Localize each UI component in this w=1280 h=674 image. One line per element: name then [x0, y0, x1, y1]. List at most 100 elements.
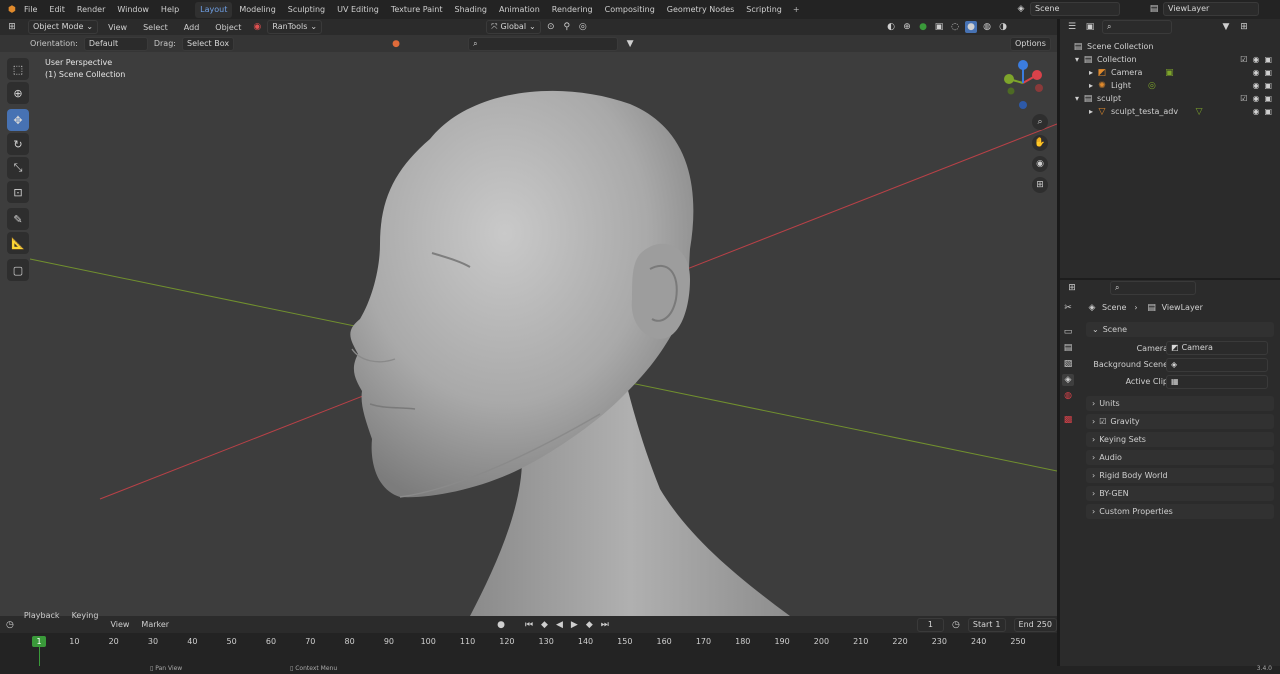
xray-icon[interactable]: ▣	[933, 21, 945, 33]
section-gravity[interactable]: › ☑ Gravity	[1086, 414, 1274, 429]
select-tool-icon[interactable]: ⬚	[7, 58, 29, 80]
scale-tool-icon[interactable]: ⤡	[7, 157, 29, 179]
background-scene-field[interactable]: ◈	[1166, 357, 1268, 372]
camera-toggle-icon[interactable]: ▣	[1264, 94, 1272, 103]
tab-sculpting[interactable]: Sculpting	[283, 2, 330, 18]
section-rigid-body-world[interactable]: › Rigid Body World	[1086, 468, 1274, 483]
tab-compositing[interactable]: Compositing	[600, 2, 660, 18]
editor-type-icon[interactable]: ⊞	[6, 21, 18, 33]
orientation-dropdown[interactable]: Default	[83, 36, 148, 51]
timeline-editor-icon[interactable]: ◷	[6, 619, 14, 631]
menu-help[interactable]: Help	[155, 0, 185, 19]
tool-tab-icon[interactable]: ✂	[1062, 302, 1074, 314]
active-clip-field[interactable]: ▦	[1166, 374, 1268, 389]
eye-icon[interactable]: ◉	[1252, 94, 1259, 103]
camera-toggle-icon[interactable]: ▣	[1264, 81, 1272, 90]
viewlayer-selector[interactable]: ▤ ViewLayer	[1148, 2, 1259, 16]
zoom-icon[interactable]: ⌕	[1032, 114, 1048, 130]
outliner-item-collection[interactable]: ▾ ▤ Collection ☑ ◉ ▣	[1060, 53, 1280, 66]
end-frame-field[interactable]: End 250	[1013, 617, 1057, 632]
section-by-gen[interactable]: › BY-GEN	[1086, 486, 1274, 501]
menu-window[interactable]: Window	[111, 0, 155, 19]
tab-layout[interactable]: Layout	[195, 1, 233, 18]
texture-tab-icon[interactable]: ▩	[1062, 414, 1074, 426]
scene-field[interactable]: Scene	[1030, 2, 1120, 16]
camera-toggle-icon[interactable]: ▣	[1264, 68, 1272, 77]
properties-type-icon[interactable]: ⊞	[1066, 282, 1078, 294]
add-workspace-icon[interactable]: +	[789, 5, 804, 14]
add-cube-tool-icon[interactable]: ▢	[7, 259, 29, 281]
prev-keyframe-icon[interactable]: ◆	[541, 619, 548, 631]
jump-start-icon[interactable]: ⏮	[525, 619, 533, 631]
rantools-dropdown[interactable]: RanTools ⌄	[267, 20, 323, 34]
addon-icon[interactable]: ◉	[251, 21, 263, 33]
camera-view-icon[interactable]: ◉	[1032, 156, 1048, 172]
tab-texture-paint[interactable]: Texture Paint	[386, 2, 448, 18]
menu-edit[interactable]: Edit	[43, 0, 71, 19]
tab-modeling[interactable]: Modeling	[234, 2, 280, 18]
display-mode-icon[interactable]: ▣	[1084, 21, 1096, 33]
next-keyframe-icon[interactable]: ◆	[586, 619, 593, 631]
viewport-search-input[interactable]: ⌕	[468, 36, 619, 51]
menu-render[interactable]: Render	[71, 0, 111, 19]
section-units[interactable]: › Units	[1086, 396, 1274, 411]
gizmo-z-icon[interactable]	[1018, 60, 1028, 70]
record-icon[interactable]: ●	[497, 619, 505, 631]
camera-toggle-icon[interactable]: ▣	[1264, 55, 1272, 64]
timeline-menu-marker[interactable]: Marker	[139, 615, 171, 634]
tab-geometry-nodes[interactable]: Geometry Nodes	[662, 2, 739, 18]
play-reverse-icon[interactable]: ◀	[556, 619, 563, 631]
vp-menu-add[interactable]: Add	[178, 19, 206, 37]
outliner-item-camera[interactable]: ▸ ◩ Camera ▣ ◉ ▣	[1060, 66, 1280, 79]
tab-rendering[interactable]: Rendering	[547, 2, 598, 18]
shading-material-icon[interactable]: ◍	[981, 21, 993, 33]
eye-icon[interactable]: ◉	[1252, 107, 1259, 116]
pivot-icon[interactable]: ⊙	[545, 21, 557, 33]
transform-tool-icon[interactable]: ⊡	[7, 181, 29, 203]
start-frame-field[interactable]: Start 1	[967, 617, 1006, 632]
timeline-ruler[interactable]: 1 11020304050607080901001101201301401501…	[0, 633, 1057, 666]
rotate-tool-icon[interactable]: ↻	[7, 133, 29, 155]
filter-icon[interactable]: ▼	[1220, 21, 1232, 33]
shading-solid-icon[interactable]: ●	[965, 21, 977, 33]
navigation-gizmo[interactable]	[997, 57, 1049, 113]
viewlayer-field[interactable]: ViewLayer	[1163, 2, 1259, 16]
view-layer-tab-icon[interactable]: ▧	[1062, 358, 1074, 370]
clock-icon[interactable]: ◷	[952, 619, 960, 631]
section-scene-header[interactable]: ⌄ Scene	[1086, 322, 1274, 337]
section-audio[interactable]: › Audio	[1086, 450, 1274, 465]
checkbox-icon[interactable]: ☑	[1240, 94, 1247, 103]
filter-icon[interactable]: ▼	[624, 38, 636, 50]
gravity-checkbox-icon[interactable]: ☑	[1099, 417, 1106, 426]
outliner-item-sculpt[interactable]: ▾ ▤ sculpt ☑ ◉ ▣	[1060, 92, 1280, 105]
section-custom-properties[interactable]: › Custom Properties	[1086, 504, 1274, 519]
annotate-tool-icon[interactable]: ✎	[7, 208, 29, 230]
cursor-tool-icon[interactable]: ⊕	[7, 82, 29, 104]
outliner-search-input[interactable]: ⌕	[1102, 20, 1172, 34]
outliner-item-light[interactable]: ▸ ✺ Light ◎ ◉ ▣	[1060, 79, 1280, 92]
gizmo-y-icon[interactable]	[1004, 74, 1014, 84]
render-tab-icon[interactable]: ▭	[1062, 326, 1074, 338]
mode-dropdown[interactable]: Object Mode ⌄	[28, 20, 99, 34]
move-tool-icon[interactable]: ✥	[7, 109, 29, 131]
overlay-icon[interactable]: ●	[917, 21, 929, 33]
timeline-editor[interactable]: ◷ Playback ⌄ Keying ⌄ View Marker ● ⏮ ◆ …	[0, 611, 1057, 666]
camera-property-field[interactable]: ◩ Camera	[1166, 341, 1268, 355]
new-collection-icon[interactable]: ⊞	[1238, 21, 1250, 33]
blender-logo-icon[interactable]: ⬢	[6, 4, 18, 16]
tab-animation[interactable]: Animation	[494, 2, 545, 18]
output-tab-icon[interactable]: ▤	[1062, 342, 1074, 354]
vp-menu-select[interactable]: Select	[137, 19, 174, 37]
snap-icon[interactable]: ⚲	[561, 21, 573, 33]
current-frame-field[interactable]: 1	[916, 617, 945, 632]
checkbox-icon[interactable]: ☑	[1240, 55, 1247, 64]
menu-file[interactable]: File	[18, 0, 43, 19]
camera-toggle-icon[interactable]: ▣	[1264, 107, 1272, 116]
section-keying-sets[interactable]: › Keying Sets	[1086, 432, 1274, 447]
vp-menu-object[interactable]: Object	[209, 19, 247, 37]
shading-wireframe-icon[interactable]: ◌	[949, 21, 961, 33]
tab-scripting[interactable]: Scripting	[741, 2, 787, 18]
3d-viewport[interactable]: ⊞ Object Mode ⌄ View Select Add Object ◉ …	[0, 19, 1057, 616]
tab-shading[interactable]: Shading	[449, 2, 492, 18]
visibility-icon[interactable]: ◐	[885, 21, 897, 33]
